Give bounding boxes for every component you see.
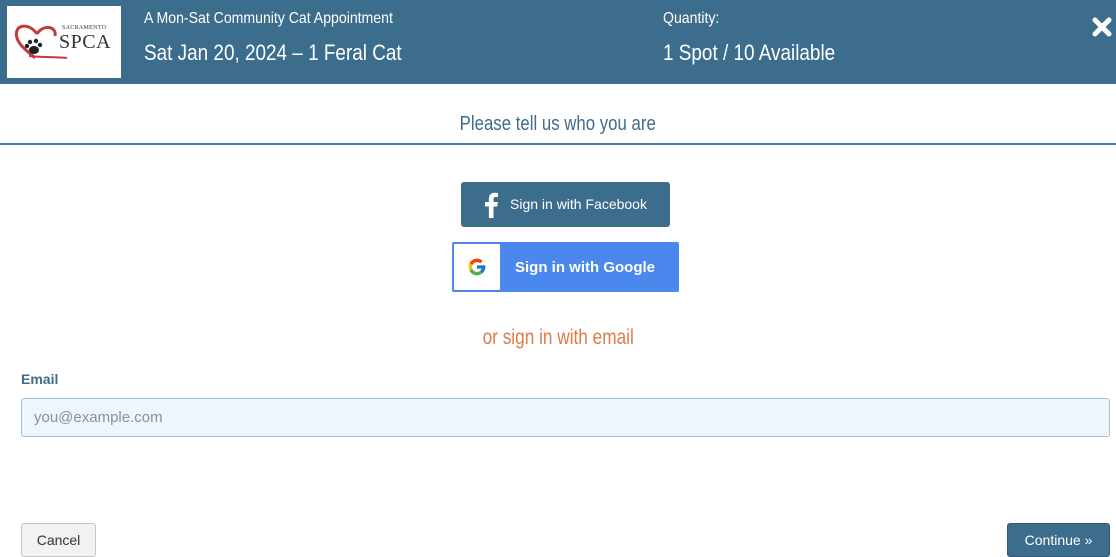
continue-button[interactable]: Continue »	[1007, 523, 1110, 557]
email-label: Email	[21, 371, 59, 387]
heading-divider	[0, 143, 1116, 145]
google-logo-box	[454, 244, 500, 290]
close-button[interactable]	[1091, 16, 1113, 38]
close-icon	[1092, 17, 1112, 37]
cancel-button[interactable]: Cancel	[21, 523, 96, 557]
facebook-signin-button[interactable]: Sign in with Facebook	[461, 182, 670, 227]
google-signin-button[interactable]: Sign in with Google	[452, 242, 679, 292]
signin-heading-text: Please tell us who you are	[459, 113, 657, 135]
logo-big-text: SPCA	[59, 31, 112, 53]
email-input[interactable]	[21, 398, 1110, 437]
heart-paw-icon	[14, 24, 67, 60]
or-email-text: or sign in with email	[0, 326, 1116, 350]
google-signin-label: Sign in with Google	[515, 259, 655, 276]
signin-heading: Please tell us who you are	[0, 113, 1116, 136]
quantity-label: Quantity:	[663, 10, 720, 27]
facebook-signin-label: Sign in with Facebook	[510, 196, 647, 212]
appointment-header: SACRAMENTO SPCA A Mon-Sat Community Cat …	[0, 0, 1116, 84]
appointment-title: A Mon-Sat Community Cat Appointment	[144, 10, 393, 27]
appointment-date: Sat Jan 20, 2024 – 1 Feral Cat	[144, 40, 402, 65]
or-email-label: or sign in with email	[482, 326, 634, 349]
quantity-value: 1 Spot / 10 Available	[663, 40, 836, 65]
google-icon	[468, 258, 486, 276]
sacramento-spca-logo: SACRAMENTO SPCA	[7, 6, 121, 78]
facebook-icon	[485, 192, 498, 218]
